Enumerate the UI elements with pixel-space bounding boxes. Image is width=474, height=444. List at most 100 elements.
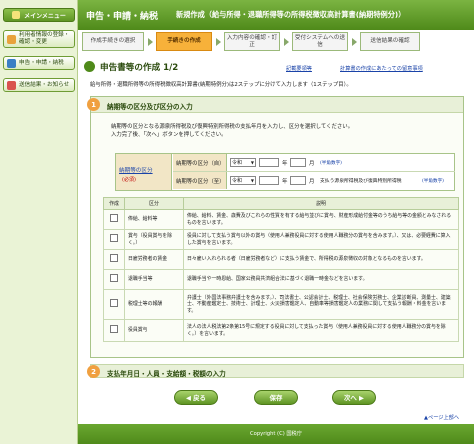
save-label: 保存 — [269, 394, 283, 402]
sidebar-item-filing[interactable]: 申告・申請・納税 — [3, 56, 75, 70]
step-5: 送信結果の確認 — [360, 32, 420, 51]
main-menu-button[interactable]: メインメニュー — [3, 8, 75, 22]
step-4: 受付システムへの送信 — [292, 32, 348, 51]
category-cell: 俸給、給料等 — [124, 209, 184, 230]
sidebar-item-label: 送信結果・お知らせ — [19, 81, 70, 88]
section-1-title: 納期等の区分及び区分の入力 — [107, 103, 193, 111]
next-button[interactable]: 次へ ▶ — [332, 390, 376, 405]
user-icon — [7, 34, 16, 44]
category-cell: 役員賞与 — [124, 319, 184, 342]
month-input-to[interactable] — [290, 176, 306, 185]
month-unit: 月 — [309, 179, 315, 185]
page-title: 申告書等の作成 1/2 — [100, 63, 179, 73]
example-link[interactable]: 記載要領等 — [286, 65, 312, 72]
page-top-label: ページ上部へ — [428, 415, 460, 421]
category-checkbox[interactable] — [110, 325, 118, 334]
checkbox-cell — [103, 289, 125, 320]
year-input-from[interactable] — [259, 158, 279, 167]
step-bar: 作成手続きの選択 手続きの作成 入力内容の確認・訂正 受付システムへの送信 送信… — [82, 32, 470, 54]
section-2: 2 支払年月日・人員・支給額・税額の入力 — [87, 364, 464, 378]
section-2-title: 支払年月日・人員・支給額・税額の入力 — [107, 370, 226, 378]
chevron-down-icon: ▼ — [250, 178, 254, 183]
section-1-header: 1 納期等の区分及び区分の入力 — [87, 97, 463, 113]
copyright-text: Copyright (C) 国税庁 — [250, 431, 302, 437]
step-label: 送信結果の確認 — [370, 38, 410, 45]
from-label: 納期等の区分（自） — [173, 154, 227, 171]
year-input-to[interactable] — [259, 176, 279, 185]
col-header-create: 作成 — [103, 197, 125, 210]
description-line: 入力完了後、「次へ」ボタンを押してください。 — [111, 132, 227, 138]
period-label[interactable]: 納期等の区分 — [119, 166, 153, 174]
to-note: 支払う源泉所得税及び復興特別所得税 — [320, 179, 402, 184]
era-select-from[interactable]: 令和 ▼ — [230, 158, 256, 167]
section-1: 1 納期等の区分及び区分の入力 納期等の区分となる源泉所得税及び復興特別所得税の… — [87, 96, 464, 358]
notes-link[interactable]: 計算書の作成にあたっての留意事項 — [340, 65, 423, 72]
page-top-link[interactable]: ▲ページ上部へ — [424, 414, 459, 421]
description-line: 納期等の区分となる源泉所得税及び復興特別所得税の支払年月を入力し、区分を選択して… — [111, 124, 354, 130]
next-label: 次へ — [344, 394, 357, 402]
year-unit: 年 — [282, 161, 288, 167]
main-menu-label: メインメニュー — [24, 12, 66, 20]
title-row: 申告書等の作成 1/2 記載要領等 計算書の作成にあたっての留意事項 — [82, 58, 470, 76]
description-cell: 退職手当や一時恩給、国家公務員共済組合法に基づく退職一時金などを言います。 — [183, 269, 459, 290]
intro-text: 給与所得・退職所得等の所得税徴収高計算書(納期特例分)は2ステップに分けて入力し… — [90, 82, 352, 88]
col-header-category: 区分 — [124, 197, 184, 210]
sidebar-item-results[interactable]: 送信結果・お知らせ — [3, 78, 75, 92]
half-width-note: (半角数字) — [422, 179, 444, 184]
header-title: 新規作成（給与所得・退職所得等の所得税徴収高計算書(納期特例分)） — [176, 10, 406, 19]
period-form: 納期等の区分 (必須) 納期等の区分（自） 令和 ▼ 年 月 (半角数字) 納期等… — [115, 153, 455, 191]
section-number-badge: 1 — [87, 98, 100, 111]
sidebar-item-user-info[interactable]: 利用者情報の登録・確認・変更 — [3, 30, 75, 48]
category-cell: 税理士等の報酬 — [124, 289, 184, 320]
header-section: 申告・申請・納税 — [86, 12, 159, 22]
description-cell: 弁護士（外国法事務弁護士を含みます。）、司法書士、公認会計士、税理士、社会保険労… — [183, 289, 459, 320]
step-arrow-icon — [148, 38, 153, 46]
step-label: 作成手続きの選択 — [90, 38, 136, 45]
table-row: 退職手当等 退職手当や一時恩給、国家公務員共済組合法に基づく退職一時金などを言い… — [103, 269, 459, 290]
step-label: 受付システムへの送信 — [294, 35, 346, 48]
checkbox-cell — [103, 319, 125, 342]
category-cell: 賞与（役員賞与を除く。） — [124, 229, 184, 250]
table-row: 俸給、給料等 俸給、給料、賃金、歳費及びこれらの性質を有する給与並びに賞与、財産… — [103, 209, 459, 230]
section-1-description: 納期等の区分となる源泉所得税及び復興特別所得税の支払年月を入力し、区分を選択して… — [111, 123, 451, 139]
chevron-right-icon: ▶ — [356, 393, 364, 402]
year-unit: 年 — [282, 179, 288, 185]
description-cell: 役員に対して支払う賞与以外の賞与（使用人兼務役員に対する使用人職務分の賞与を含み… — [183, 229, 459, 250]
era-select-to[interactable]: 令和 ▼ — [230, 176, 256, 185]
step-1: 作成手続きの選択 — [82, 32, 144, 51]
sidebar-item-label: 利用者情報の登録・確認・変更 — [19, 32, 70, 45]
table-row: 税理士等の報酬 弁護士（外国法事務弁護士を含みます。）、司法書士、公認会計士、税… — [103, 289, 459, 320]
table-row: 賞与（役員賞与を除く。） 役員に対して支払う賞与以外の賞与（使用人兼務役員に対す… — [103, 229, 459, 250]
step-label: 手続きの作成 — [167, 38, 201, 45]
step-arrow-icon — [284, 38, 289, 46]
back-label: 戻る — [193, 394, 206, 402]
to-label: 納期等の区分（至） — [173, 172, 227, 189]
era-value: 令和 — [232, 160, 243, 166]
header: 申告・申請・納税 新規作成（給与所得・退職所得等の所得税徴収高計算書(納期特例分… — [78, 0, 474, 30]
description-cell: 法人の法人税法第2条第15号に規定する役員に対して支払った賞与（使用人兼務役員に… — [183, 319, 459, 342]
sidebar-item-label: 申告・申請・納税 — [19, 59, 64, 66]
table-row: 役員賞与 法人の法人税法第2条第15号に規定する役員に対して支払った賞与（使用人… — [103, 319, 459, 342]
col-header-description: 説明 — [183, 197, 459, 210]
category-checkbox[interactable] — [110, 274, 118, 283]
category-checkbox[interactable] — [110, 299, 118, 308]
description-cell: 俸給、給料、賃金、歳費及びこれらの性質を有する給与並びに賞与、財産形成給付金等の… — [183, 209, 459, 230]
footer: Copyright (C) 国税庁 — [78, 424, 474, 444]
category-checkbox[interactable] — [110, 234, 118, 243]
document-icon — [7, 58, 16, 68]
step-label: 入力内容の確認・訂正 — [226, 35, 278, 48]
step-3: 入力内容の確認・訂正 — [224, 32, 280, 51]
checkbox-cell — [103, 249, 125, 270]
category-cell: 日雇労務者の賃金 — [124, 249, 184, 270]
checkbox-cell — [103, 269, 125, 290]
home-icon — [12, 11, 21, 19]
month-input-from[interactable] — [290, 158, 306, 167]
step-arrow-icon — [216, 38, 221, 46]
category-checkbox[interactable] — [110, 214, 118, 223]
back-button[interactable]: ◀ 戻る — [174, 390, 218, 405]
description-cell: 日々雇い入れられる者（日雇労務者など）に支払う賃金で、所得税の源泉徴収の対象とな… — [183, 249, 459, 270]
chevron-down-icon: ▼ — [250, 160, 254, 165]
category-checkbox[interactable] — [110, 254, 118, 263]
save-button[interactable]: 保存 — [254, 390, 298, 405]
required-mark: (必須) — [122, 177, 136, 183]
